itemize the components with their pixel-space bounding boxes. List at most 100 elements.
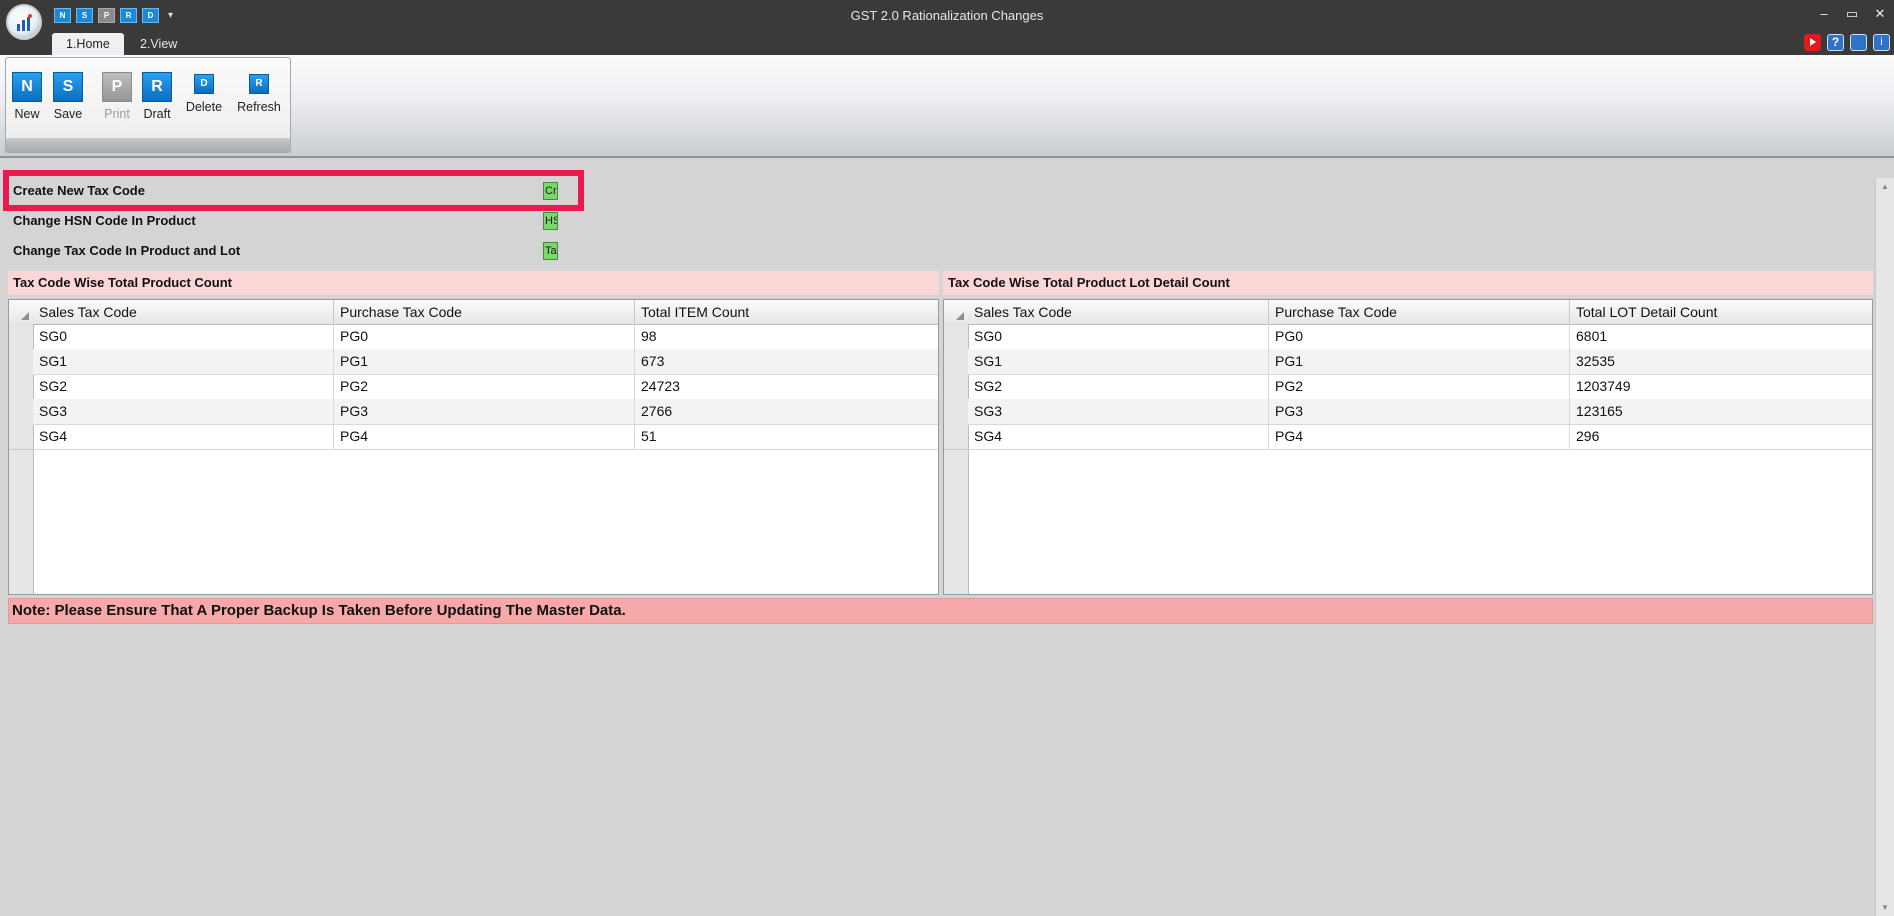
column-header-purchase-tax-code[interactable]: Purchase Tax Code <box>334 300 635 324</box>
app-menu-button[interactable] <box>6 4 42 40</box>
grid-corner[interactable] <box>944 300 968 325</box>
tab-view[interactable]: 2.View <box>126 33 191 55</box>
grid-header: Sales Tax Code Purchase Tax Code Total I… <box>33 300 938 325</box>
lot-count-cell[interactable]: 32535 <box>1570 349 1872 374</box>
purchase-tax-code-cell[interactable]: PG4 <box>1269 424 1570 449</box>
purchase-tax-code-cell[interactable]: PG0 <box>334 324 635 349</box>
column-header-purchase-tax-code[interactable]: Purchase Tax Code <box>1269 300 1570 324</box>
item-count-cell[interactable]: 24723 <box>635 374 938 399</box>
change-hsn-code-button[interactable]: HS <box>543 212 558 230</box>
lot-count-cell[interactable]: 123165 <box>1570 399 1872 424</box>
sales-tax-code-cell[interactable]: SG1 <box>33 349 334 374</box>
row-header[interactable] <box>9 399 33 425</box>
tab-home[interactable]: 1.Home <box>52 33 124 55</box>
minimize-button[interactable]: – <box>1816 6 1832 22</box>
change-tax-code-button[interactable]: Ta <box>543 242 558 260</box>
row-header[interactable] <box>9 374 33 400</box>
scroll-down-icon[interactable]: ▼ <box>1881 903 1889 912</box>
sales-tax-code-cell[interactable]: SG0 <box>968 324 1269 349</box>
maximize-button[interactable]: ▭ <box>1844 6 1860 22</box>
scroll-up-icon[interactable]: ▲ <box>1881 182 1889 191</box>
table-row[interactable]: SG1 PG1 32535 <box>968 349 1872 375</box>
sales-tax-code-cell[interactable]: SG2 <box>968 374 1269 399</box>
row-header[interactable] <box>944 424 968 450</box>
purchase-tax-code-cell[interactable]: PG1 <box>334 349 635 374</box>
new-label: New <box>14 107 40 121</box>
notes-icon[interactable] <box>1850 34 1867 51</box>
table-row[interactable]: SG4 PG4 296 <box>968 424 1872 450</box>
sales-tax-code-cell[interactable]: SG2 <box>33 374 334 399</box>
left-panel-title: Tax Code Wise Total Product Count <box>8 271 939 295</box>
delete-label: Delete <box>185 100 223 114</box>
table-row[interactable]: SG4 PG4 51 <box>33 424 938 450</box>
table-row[interactable]: SG1 PG1 673 <box>33 349 938 375</box>
purchase-tax-code-cell[interactable]: PG2 <box>1269 374 1570 399</box>
purchase-tax-code-cell[interactable]: PG0 <box>1269 324 1570 349</box>
vertical-scrollbar[interactable]: ▲ ▼ <box>1875 178 1894 916</box>
ribbon: N New S Save P Print R Draft D Delete R … <box>0 55 1894 158</box>
sales-tax-code-cell[interactable]: SG1 <box>968 349 1269 374</box>
row-header[interactable] <box>944 399 968 425</box>
draft-button[interactable]: R Draft <box>142 72 172 121</box>
save-button[interactable]: S Save <box>53 72 83 121</box>
row-header[interactable] <box>944 324 968 350</box>
item-count-cell[interactable]: 2766 <box>635 399 938 424</box>
table-row[interactable]: SG3 PG3 123165 <box>968 399 1872 425</box>
lot-count-cell[interactable]: 6801 <box>1570 324 1872 349</box>
left-data-grid[interactable]: Sales Tax Code Purchase Tax Code Total I… <box>8 299 939 595</box>
grid-corner[interactable] <box>9 300 33 325</box>
column-header-sales-tax-code[interactable]: Sales Tax Code <box>33 300 334 324</box>
refresh-button[interactable]: R Refresh <box>235 72 283 114</box>
table-row[interactable]: SG2 PG2 24723 <box>33 374 938 400</box>
ribbon-group-actions: N New S Save P Print R Draft D Delete R … <box>5 57 291 153</box>
table-row[interactable]: SG0 PG0 6801 <box>968 324 1872 350</box>
youtube-icon[interactable] <box>1804 34 1821 51</box>
item-count-cell[interactable]: 51 <box>635 424 938 449</box>
print-button[interactable]: P Print <box>102 72 132 121</box>
delete-button[interactable]: D Delete <box>184 72 224 114</box>
table-row[interactable]: SG2 PG2 1203749 <box>968 374 1872 400</box>
table-row[interactable]: SG0 PG0 98 <box>33 324 938 350</box>
print-icon: P <box>102 72 132 102</box>
right-panel-title: Tax Code Wise Total Product Lot Detail C… <box>943 271 1873 295</box>
help-icons: ? i <box>1804 34 1890 51</box>
column-header-total-lot-detail-count[interactable]: Total LOT Detail Count <box>1570 300 1872 324</box>
sales-tax-code-cell[interactable]: SG3 <box>33 399 334 424</box>
row-header[interactable] <box>944 374 968 400</box>
column-header-sales-tax-code[interactable]: Sales Tax Code <box>968 300 1269 324</box>
change-tax-code-label: Change Tax Code In Product and Lot <box>13 243 241 258</box>
sales-tax-code-cell[interactable]: SG0 <box>33 324 334 349</box>
row-header[interactable] <box>9 349 33 375</box>
lot-count-cell[interactable]: 1203749 <box>1570 374 1872 399</box>
item-count-cell[interactable]: 98 <box>635 324 938 349</box>
close-button[interactable]: ✕ <box>1872 6 1888 22</box>
row-header[interactable] <box>944 349 968 375</box>
draft-label: Draft <box>143 107 171 121</box>
help-icon[interactable]: ? <box>1827 34 1844 51</box>
item-count-cell[interactable]: 673 <box>635 349 938 374</box>
print-label: Print <box>104 107 130 121</box>
row-header[interactable] <box>9 324 33 350</box>
purchase-tax-code-cell[interactable]: PG4 <box>334 424 635 449</box>
table-row[interactable]: SG3 PG3 2766 <box>33 399 938 425</box>
sales-tax-code-cell[interactable]: SG4 <box>968 424 1269 449</box>
row-header[interactable] <box>9 424 33 450</box>
sales-tax-code-cell[interactable]: SG4 <box>33 424 334 449</box>
sales-tax-code-cell[interactable]: SG3 <box>968 399 1269 424</box>
purchase-tax-code-cell[interactable]: PG3 <box>1269 399 1570 424</box>
new-icon: N <box>12 72 42 102</box>
info-icon[interactable]: i <box>1873 34 1890 51</box>
draft-icon: R <box>142 72 172 102</box>
window-title: GST 2.0 Rationalization Changes <box>850 8 1044 23</box>
column-header-total-item-count[interactable]: Total ITEM Count <box>635 300 938 324</box>
new-button[interactable]: N New <box>12 72 42 121</box>
lot-count-cell[interactable]: 296 <box>1570 424 1872 449</box>
purchase-tax-code-cell[interactable]: PG2 <box>334 374 635 399</box>
refresh-icon: R <box>249 74 269 94</box>
purchase-tax-code-cell[interactable]: PG3 <box>334 399 635 424</box>
title-bar: N S P R D ▾ GST 2.0 Rationalization Chan… <box>0 0 1894 31</box>
highlight-box <box>3 170 584 211</box>
right-data-grid[interactable]: Sales Tax Code Purchase Tax Code Total L… <box>943 299 1873 595</box>
purchase-tax-code-cell[interactable]: PG1 <box>1269 349 1570 374</box>
ribbon-tabs: 1.Home 2.View ? i <box>0 31 1894 55</box>
